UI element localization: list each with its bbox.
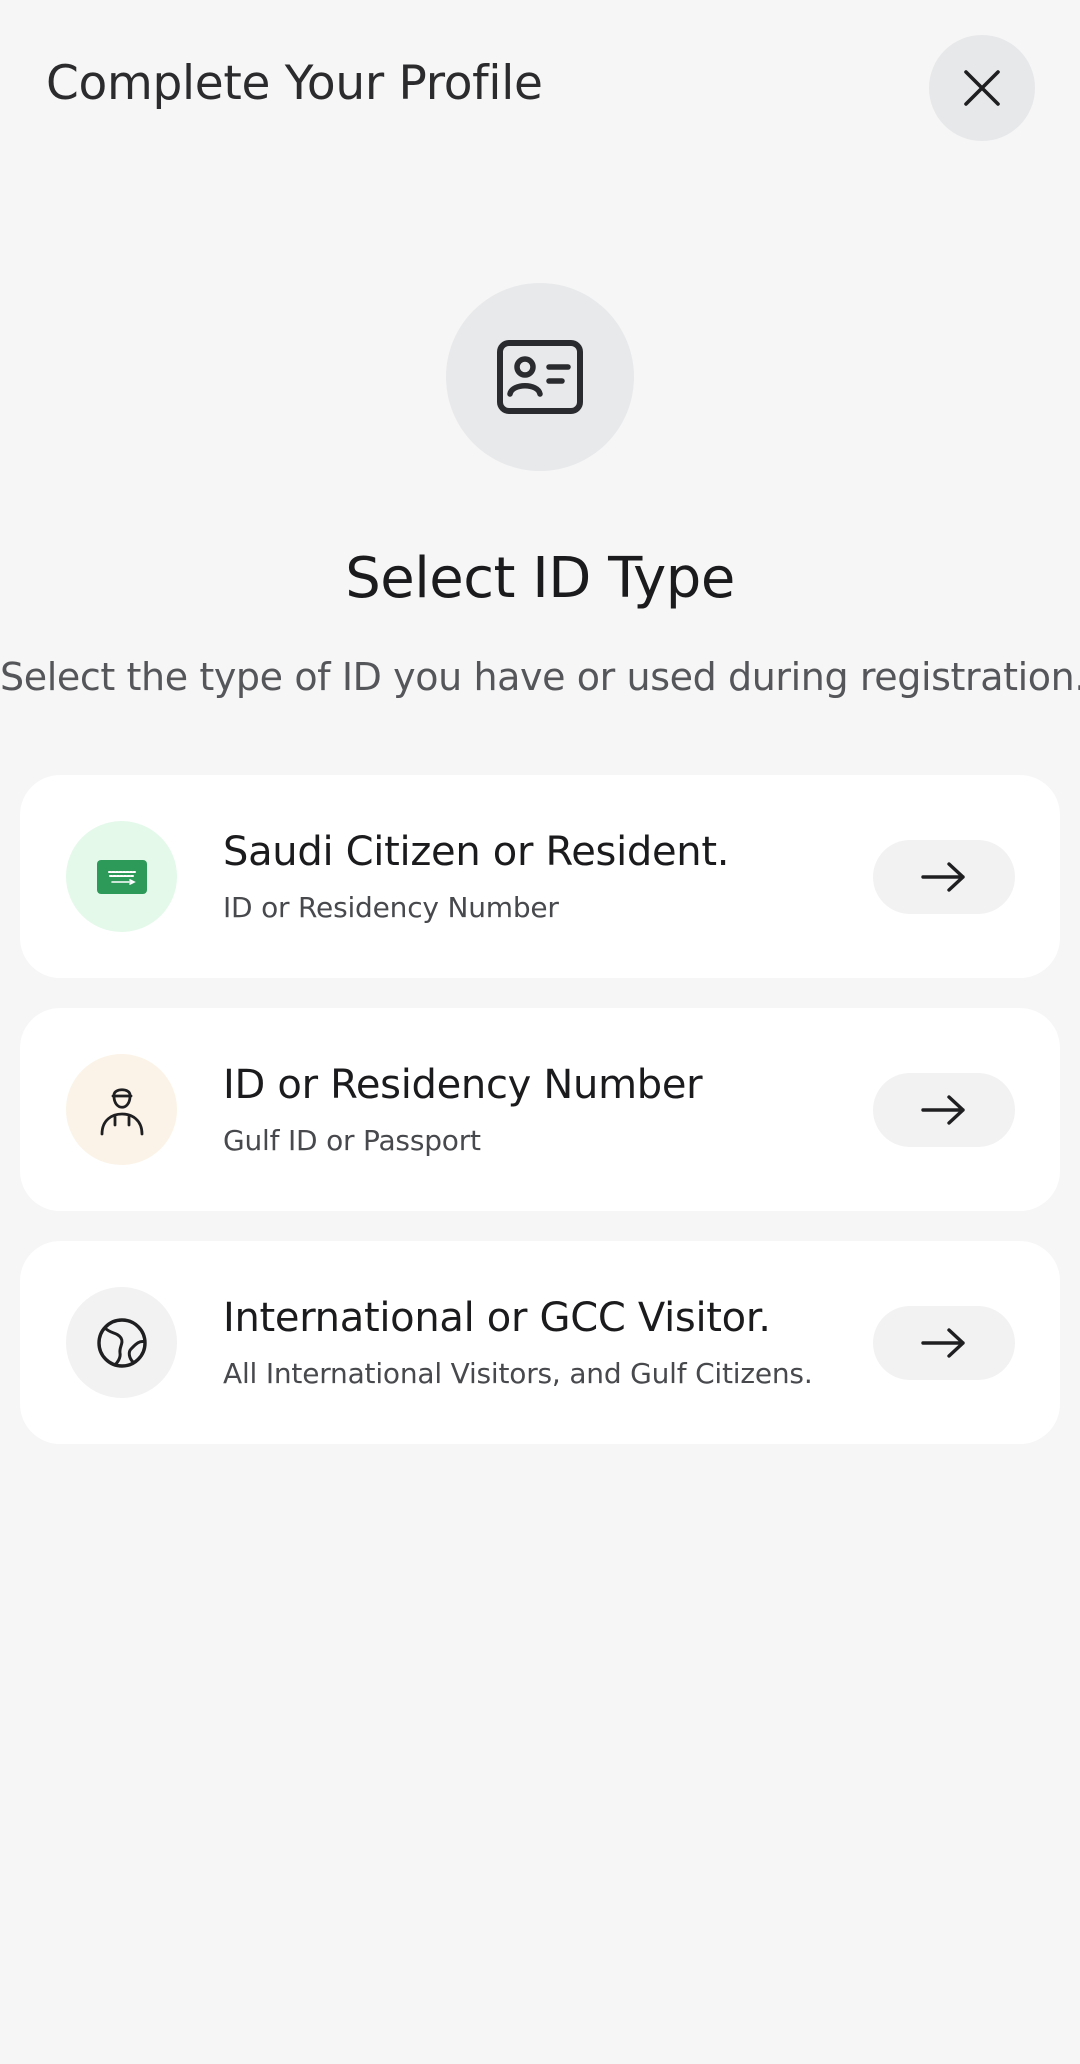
close-icon [964,70,1000,106]
arrow-right-icon [921,1095,965,1125]
globe-icon [96,1317,147,1368]
person-headscarf-icon [100,1087,143,1135]
id-card-icon [497,340,583,414]
option-icon-container [66,1054,177,1165]
option-gulf-id[interactable]: ID or Residency Number Gulf ID or Passpo… [20,1008,1060,1211]
option-subtitle: Gulf ID or Passport [223,1124,481,1157]
section-title: Select ID Type [345,546,735,611]
option-title: ID or Residency Number [223,1062,703,1108]
option-arrow-button[interactable] [873,1306,1015,1380]
arrow-right-icon [921,1328,965,1358]
select-id-type-screen: Complete Your Profile Select ID Type Sel… [0,0,1080,2064]
option-arrow-button[interactable] [873,1073,1015,1147]
close-button[interactable] [929,35,1035,141]
option-subtitle: ID or Residency Number [223,891,559,924]
option-subtitle: All International Visitors, and Gulf Cit… [223,1357,813,1390]
option-arrow-button[interactable] [873,840,1015,914]
option-title: Saudi Citizen or Resident. [223,829,730,875]
saudi-flag-icon [96,859,147,894]
section-subtitle: Select the type of ID you have or used d… [0,655,1080,699]
option-title: International or GCC Visitor. [223,1295,771,1341]
arrow-right-icon [921,862,965,892]
option-international-visitor[interactable]: International or GCC Visitor. All Intern… [20,1241,1060,1444]
page-title: Complete Your Profile [46,56,543,111]
hero-icon-container [446,283,634,471]
option-icon-container [66,821,177,932]
option-saudi-citizen[interactable]: Saudi Citizen or Resident. ID or Residen… [20,775,1060,978]
option-icon-container [66,1287,177,1398]
